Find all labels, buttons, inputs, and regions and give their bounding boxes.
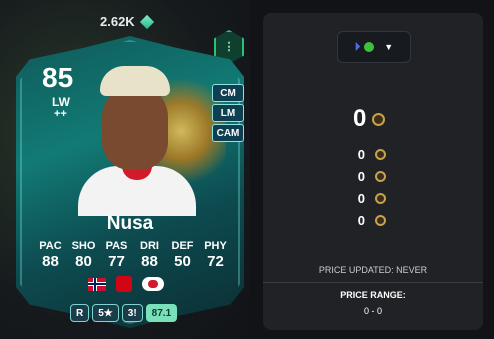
price-row: 0 xyxy=(355,209,386,231)
divider xyxy=(263,282,483,283)
stat-sho: SHO 80 xyxy=(71,240,96,270)
main-price: 0 xyxy=(353,105,386,133)
card-price: 2.62K xyxy=(100,14,154,29)
player-card[interactable]: 85 LW ++ CM LM CAM Nusa PAC 88 SHO 80 PAS 7… xyxy=(16,36,244,328)
price-range-label: PRICE RANGE: xyxy=(340,290,406,300)
preferred-foot: R xyxy=(70,304,90,322)
chevron-down-icon: ▼ xyxy=(384,42,394,52)
norway-flag-icon xyxy=(88,277,106,291)
alt-positions: CM LM CAM xyxy=(212,84,244,142)
weak-foot: 3! xyxy=(121,304,143,322)
stat-dri: DRI 88 xyxy=(140,240,159,270)
bundesliga-icon xyxy=(116,276,132,292)
player-stats: PAC 88 SHO 80 PAS 77 DRI 88 DEF 50 PHY 72 xyxy=(34,240,232,270)
card-badges xyxy=(88,276,164,292)
platform-dropdown[interactable]: ⏵ ▼ xyxy=(337,31,411,63)
price-row: 0 xyxy=(355,143,386,165)
price-updated: PRICE UPDATED: NEVER xyxy=(318,265,428,275)
xbox-icon xyxy=(364,42,375,52)
alt-position-lm: LM xyxy=(212,104,244,122)
card-info-bar: R 5★ 3! 87.1 xyxy=(70,304,178,322)
playstyle-plus: ++ xyxy=(54,108,67,120)
price-row: 0 xyxy=(355,165,386,187)
stat-pas: PAS 77 xyxy=(105,240,128,270)
price-row: 0 xyxy=(355,187,386,209)
player-position: LW xyxy=(52,95,70,109)
coin-icon xyxy=(375,170,386,182)
coin-icon xyxy=(372,112,386,126)
overall-score: 87.1 xyxy=(145,304,178,322)
leipzig-icon xyxy=(142,277,164,291)
price-list: 0 0 0 0 xyxy=(355,143,386,231)
player-rating: 85 xyxy=(42,62,74,93)
coin-icon xyxy=(375,192,386,204)
alt-position-cm: CM xyxy=(212,84,244,102)
coin-icon xyxy=(375,148,386,160)
player-name: Nusa xyxy=(106,213,154,234)
gem-icon xyxy=(139,14,154,29)
stat-phy: PHY 72 xyxy=(204,240,227,270)
stat-def: DEF 50 xyxy=(171,240,194,270)
alt-position-cam: CAM xyxy=(212,124,244,142)
card-price-value: 2.62K xyxy=(100,14,135,29)
price-range-value: 0 - 0 xyxy=(363,306,382,316)
stat-pac: PAC 88 xyxy=(39,240,62,270)
price-panel: ⏵ ▼ 0 0 0 0 0 PRICE UPDATED: NEVER PRICE… xyxy=(263,13,483,330)
skill-moves: 5★ xyxy=(92,304,119,322)
player-image xyxy=(78,66,196,216)
playstation-icon: ⏵ xyxy=(354,40,361,53)
coin-icon xyxy=(375,214,386,226)
main-price-value: 0 xyxy=(353,105,367,132)
